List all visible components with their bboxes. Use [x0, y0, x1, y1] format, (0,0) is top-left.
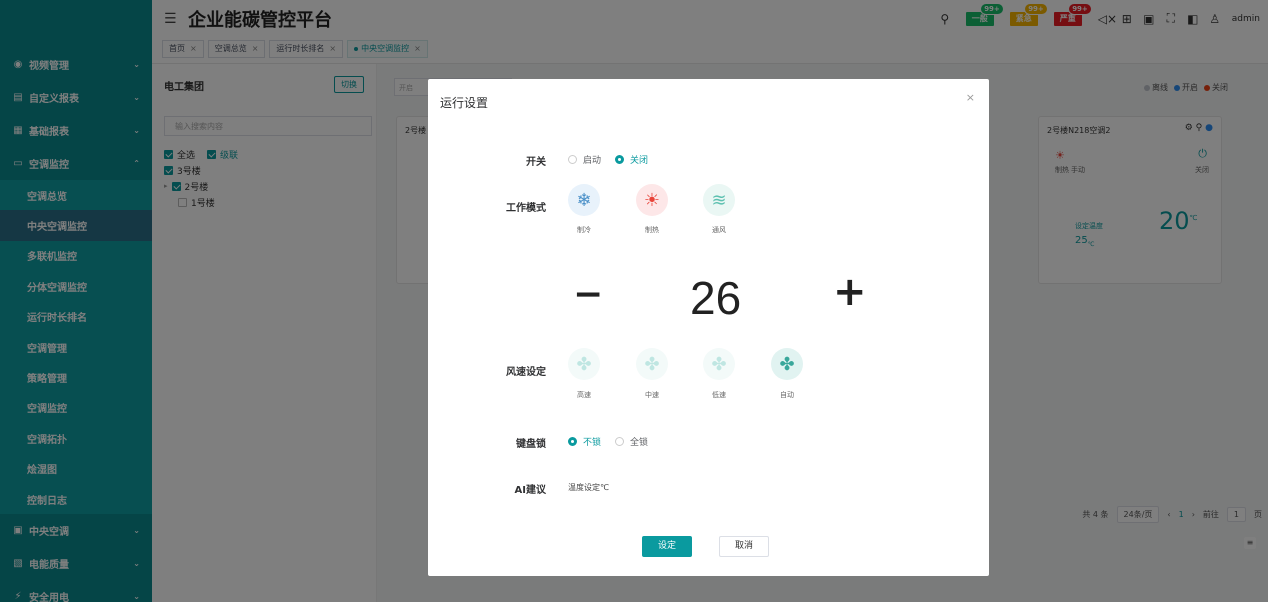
wind-icon: ≋ [703, 184, 735, 216]
mode-cool-label: 制冷 [577, 226, 591, 234]
run-settings-dialog: 运行设置 × 开关 启动 关闭 工作模式 ❄ 制冷 ☀ 制热 ≋ 通风 − 26… [428, 79, 989, 576]
fan-icon: ✤ [771, 348, 803, 380]
fan-auto-label: 自动 [780, 391, 794, 399]
fan-auto[interactable]: ✤ 自动 [762, 348, 812, 400]
radio-close[interactable] [615, 155, 625, 164]
radio-unlock-label[interactable]: 不锁 [583, 435, 601, 448]
radio-unlock[interactable] [568, 437, 577, 446]
mode-label: 工作模式 [506, 203, 546, 214]
temp-increase-button[interactable]: + [833, 269, 867, 315]
mode-vent[interactable]: ≋ 通风 [694, 184, 744, 235]
temp-decrease-button[interactable]: − [573, 274, 603, 315]
switch-label: 开关 [526, 157, 546, 168]
radio-start[interactable] [568, 155, 577, 164]
cancel-button[interactable]: 取消 [719, 536, 769, 557]
ai-suggestion: 温度设定℃ [568, 483, 609, 492]
mode-vent-label: 通风 [712, 226, 726, 234]
lock-radio-group: 不锁 全锁 [568, 435, 648, 448]
confirm-button[interactable]: 设定 [642, 536, 692, 557]
fan-high-label: 高速 [577, 391, 591, 399]
mode-heat[interactable]: ☀ 制热 [627, 184, 677, 235]
fan-mid[interactable]: ✤ 中速 [627, 348, 677, 400]
fan-icon: ✤ [703, 348, 735, 380]
temperature-value: 26 [690, 272, 742, 324]
mode-cool[interactable]: ❄ 制冷 [559, 184, 609, 235]
fan-low[interactable]: ✤ 低速 [694, 348, 744, 400]
lock-label: 键盘锁 [516, 439, 546, 450]
mode-heat-label: 制热 [645, 226, 659, 234]
dialog-title: 运行设置 [440, 96, 489, 110]
radio-start-label[interactable]: 启动 [583, 153, 601, 166]
switch-radio-group: 启动 关闭 [568, 153, 648, 166]
radio-close-label[interactable]: 关闭 [630, 153, 648, 166]
snowflake-icon: ❄ [568, 184, 600, 216]
fan-icon: ✤ [568, 348, 600, 380]
fan-low-label: 低速 [712, 391, 726, 399]
radio-lock-all-label[interactable]: 全锁 [630, 435, 648, 448]
fan-mid-label: 中速 [645, 391, 659, 399]
radio-lock-all[interactable] [615, 437, 625, 446]
close-icon[interactable]: × [966, 91, 975, 104]
app-root: ◉ 视频管理 ⌄ ▤ 自定义报表 ⌄ ▦ 基础报表 ⌄ ▭ 空调监控 ⌃ 空调总… [0, 0, 1268, 602]
ai-label: AI建议 [514, 485, 546, 496]
sun-icon: ☀ [636, 184, 668, 216]
fan-high[interactable]: ✤ 高速 [559, 348, 609, 400]
fan-label: 风速设定 [506, 367, 546, 378]
fan-icon: ✤ [636, 348, 668, 380]
